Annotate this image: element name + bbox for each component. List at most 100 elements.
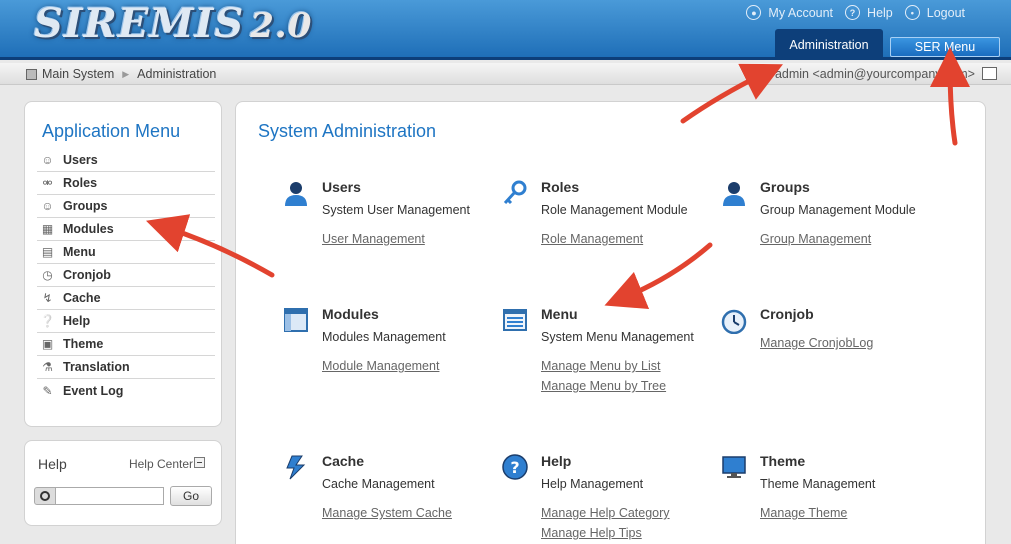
app-logo[interactable]: SIREMIS 2.0 (34, 0, 312, 47)
manage-help-category-link[interactable]: Manage Help Category (541, 506, 670, 526)
sidebar-item-label: Cache (63, 291, 101, 305)
module-links: Manage Menu by List Manage Menu by Tree (541, 359, 666, 399)
manage-theme-link[interactable]: Manage Theme (760, 506, 847, 526)
svg-text:?: ? (510, 458, 519, 477)
help-icon: ? (502, 454, 528, 480)
application-menu-panel: Application Menu ☺ Users ⚮ Roles ☺ Groups ▦… (24, 101, 222, 427)
role-management-link[interactable]: Role Management (541, 232, 643, 252)
go-button[interactable]: Go (170, 486, 212, 506)
module-name: Cronjob (760, 306, 814, 322)
module-description: Theme Management (760, 477, 876, 491)
module-name: Modules (322, 306, 379, 322)
sidebar-item-modules[interactable]: ▦ Modules (37, 218, 215, 241)
app-header: SIREMIS 2.0 ● My Account ? Help • Logout … (0, 0, 1011, 60)
module-name: Cache (322, 453, 365, 469)
module-links: Manage Help Category Manage Help Tips (541, 506, 670, 544)
module-description: System User Management (322, 203, 470, 217)
module-links: Group Management (760, 232, 871, 252)
manage-cronjoblog-link[interactable]: Manage CronjobLog (760, 336, 873, 356)
user-management-link[interactable]: User Management (322, 232, 425, 252)
clock-icon (721, 309, 747, 334)
module-icon: ▦ (41, 222, 54, 236)
module-links: Manage CronjobLog (760, 336, 873, 356)
breadcrumb-administration[interactable]: Administration (137, 67, 216, 81)
sidebar-item-label: Users (63, 153, 98, 167)
sidebar-item-label: Groups (63, 199, 108, 213)
sidebar-item-theme[interactable]: ▣ Theme (37, 333, 215, 356)
manage-help-tips-link[interactable]: Manage Help Tips (541, 526, 670, 544)
group-icon (723, 182, 745, 206)
top-links: ● My Account ? Help • Logout (746, 5, 965, 20)
sidebar-item-users[interactable]: ☺ Users (37, 149, 215, 172)
help-panel-title: Help (38, 456, 67, 472)
help-label: Help (867, 5, 893, 20)
search-icon[interactable] (34, 487, 56, 505)
breadcrumb-separator-icon: ▶ (122, 68, 130, 79)
tab-ser-menu[interactable]: SER Menu (890, 37, 1000, 57)
module-description: Group Management Module (760, 203, 916, 217)
sidebar-item-roles[interactable]: ⚮ Roles (37, 172, 215, 195)
module-description: Role Management Module (541, 203, 688, 217)
logout-link[interactable]: • Logout (904, 5, 965, 20)
current-user: admin <admin@yourcompany.com> (774, 67, 975, 81)
collapse-icon[interactable] (194, 457, 205, 468)
clock-icon: ◷ (42, 268, 53, 282)
application-menu-title: Application Menu (42, 121, 181, 141)
group-management-link[interactable]: Group Management (760, 232, 871, 252)
main-system-icon (26, 68, 37, 80)
help-icon: ❔ (40, 314, 55, 328)
logo-text: SIREMIS (34, 0, 245, 47)
sidebar-item-cronjob[interactable]: ◷ Cronjob (37, 264, 215, 287)
breadcrumb-main-system[interactable]: Main System (42, 67, 114, 81)
edit-profile-icon[interactable] (982, 67, 997, 80)
sidebar-item-groups[interactable]: ☺ Groups (37, 195, 215, 218)
cache-icon: ↯ (42, 291, 53, 305)
breadcrumb: Main System ▶ Administration (26, 67, 216, 81)
module-management-link[interactable]: Module Management (322, 359, 439, 379)
module-name: Groups (760, 179, 810, 195)
monitor-icon: ▣ (41, 337, 54, 351)
menu-icon (503, 309, 527, 331)
help-link[interactable]: ? Help (845, 5, 893, 20)
module-links: Manage System Cache (322, 506, 452, 526)
sidebar-item-event-log[interactable]: ✎ Event Log (37, 379, 215, 402)
manage-system-cache-link[interactable]: Manage System Cache (322, 506, 452, 526)
sidebar-item-label: Translation (63, 360, 130, 374)
manage-menu-by-list-link[interactable]: Manage Menu by List (541, 359, 666, 379)
module-description: System Menu Management (541, 330, 694, 344)
module-description: Modules Management (322, 330, 446, 344)
module-description: Help Management (541, 477, 644, 491)
translation-icon: ⚗ (42, 360, 53, 374)
cache-icon (286, 455, 306, 480)
sidebar-item-label: Modules (63, 222, 114, 236)
sidebar-item-translation[interactable]: ⚗ Translation (37, 356, 215, 379)
page-title: System Administration (258, 121, 437, 141)
sidebar-item-label: Help (63, 314, 91, 328)
application-menu-list: ☺ Users ⚮ Roles ☺ Groups ▦ Modules ▤ Menu ◷ Cr… (37, 149, 215, 402)
module-name: Users (322, 179, 361, 195)
sidebar-item-label: Roles (63, 176, 98, 190)
system-administration-panel: System Administration Users System User … (235, 101, 986, 544)
sidebar-item-label: Event Log (63, 383, 124, 398)
help-search-input[interactable] (56, 487, 164, 505)
module-links: User Management (322, 232, 425, 252)
user-icon (285, 182, 307, 206)
module-name: Roles (541, 179, 580, 195)
key-icon: ⚮ (42, 176, 53, 190)
module-links: Manage Theme (760, 506, 847, 526)
sidebar-item-label: Menu (63, 245, 96, 259)
module-name: Menu (541, 306, 578, 322)
my-account-link[interactable]: ● My Account (746, 5, 833, 20)
sidebar-item-cache[interactable]: ↯ Cache (37, 287, 215, 310)
module-name: Help (541, 453, 572, 469)
module-links: Role Management (541, 232, 643, 252)
sidebar-item-label: Theme (63, 337, 104, 351)
sidebar-item-menu[interactable]: ▤ Menu (37, 241, 215, 264)
menu-icon: ▤ (41, 245, 54, 259)
module-links: Module Management (322, 359, 439, 379)
tab-administration[interactable]: Administration (775, 29, 883, 60)
manage-menu-by-tree-link[interactable]: Manage Menu by Tree (541, 379, 666, 399)
help-center-link[interactable]: Help Center (129, 457, 193, 471)
module-name: Theme (760, 453, 806, 469)
sidebar-item-help[interactable]: ❔ Help (37, 310, 215, 333)
